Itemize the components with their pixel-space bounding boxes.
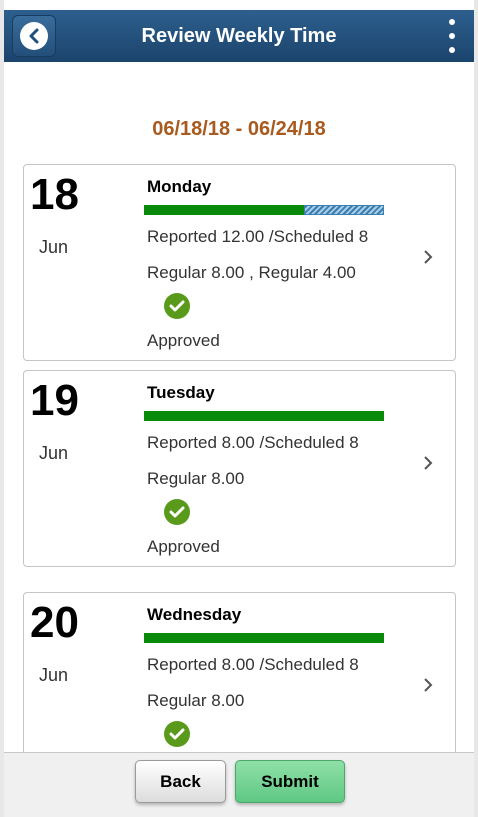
approved-check-icon <box>164 293 190 319</box>
submit-button[interactable]: Submit <box>235 760 345 803</box>
chevron-right-icon <box>424 678 433 692</box>
regular-hours: Regular 8.00 , Regular 4.00 <box>147 263 356 282</box>
day-weekday: Monday <box>147 177 212 196</box>
status-text: Approved <box>147 537 220 556</box>
day-month: Jun <box>39 665 69 685</box>
kebab-menu-icon[interactable] <box>442 18 462 54</box>
date-range: 06/18/18 - 06/24/18 <box>152 118 326 140</box>
hours-bar-scheduled <box>144 411 384 421</box>
status-text: Approved <box>147 331 220 350</box>
day-weekday: Wednesday <box>147 605 242 624</box>
day-card-monday[interactable]: 18 Jun Monday Reported 12.00 /Scheduled … <box>23 164 456 361</box>
page-title: Review Weekly Time <box>141 25 337 47</box>
hours-bar <box>144 411 384 421</box>
back-nav-button[interactable] <box>12 15 56 57</box>
hours-bar <box>144 633 384 643</box>
hours-bar-scheduled <box>144 633 384 643</box>
regular-hours: Regular 8.00 <box>147 469 245 488</box>
back-button[interactable]: Back <box>135 760 226 803</box>
chevron-right-icon <box>424 250 433 264</box>
header-bar: Review Weekly Time <box>4 10 474 62</box>
day-month: Jun <box>39 443 69 463</box>
hours-bar <box>144 205 384 215</box>
day-month: Jun <box>39 237 69 257</box>
approved-check-icon <box>164 721 190 747</box>
chevron-right-icon <box>424 456 433 470</box>
reported-hours: Reported 8.00 /Scheduled 8 <box>147 655 359 674</box>
hours-bar-scheduled <box>144 205 304 215</box>
chevron-left-icon <box>20 22 48 50</box>
day-card-tuesday[interactable]: 19 Jun Tuesday Reported 8.00 /Scheduled … <box>23 370 456 567</box>
hours-bar-overage <box>304 205 384 215</box>
reported-hours: Reported 8.00 /Scheduled 8 <box>147 433 359 452</box>
regular-hours: Regular 8.00 <box>147 691 245 710</box>
approved-check-icon <box>164 499 190 525</box>
footer-toolbar: Back Submit <box>4 752 474 817</box>
day-weekday: Tuesday <box>147 383 215 402</box>
day-number: 18 <box>30 170 79 219</box>
day-number: 19 <box>30 376 79 425</box>
day-number: 20 <box>30 598 79 647</box>
reported-hours: Reported 12.00 /Scheduled 8 <box>147 227 369 246</box>
